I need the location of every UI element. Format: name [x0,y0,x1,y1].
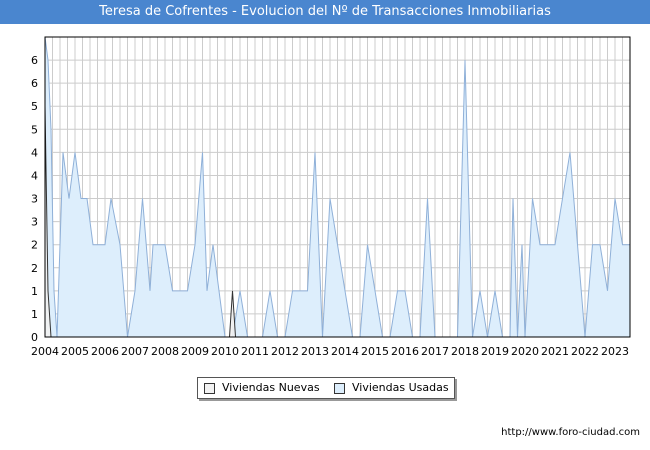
x-tick-label: 2016 [391,345,419,358]
x-tick-label: 2017 [421,345,449,358]
y-tick-label: 1 [31,308,38,321]
y-tick-label: 0 [31,331,38,344]
x-tick-label: 2015 [361,345,389,358]
x-tick-label: 2022 [571,345,599,358]
x-tick-label: 2021 [541,345,569,358]
y-tick-label: 3 [31,216,38,229]
x-tick-label: 2023 [601,345,629,358]
y-tick-label: 2 [31,239,38,252]
y-axis-ticks: 0 1 1 2 2 3 3 4 4 5 5 6 6 [31,54,38,344]
x-tick-label: 2005 [61,345,89,358]
legend: Viviendas Nuevas Viviendas Usadas [197,377,455,399]
legend-label-usadas: Viviendas Usadas [352,381,449,394]
x-tick-label: 2006 [91,345,119,358]
legend-swatch-nuevas [204,383,215,394]
x-tick-label: 2018 [451,345,479,358]
x-tick-label: 2008 [151,345,179,358]
y-tick-label: 1 [31,285,38,298]
x-axis-ticks: 2004 2005 2006 2007 2008 2009 2010 2011 2012 2013… [31,345,629,358]
legend-label-nuevas: Viviendas Nuevas [222,381,320,394]
y-tick-label: 6 [31,54,38,67]
x-tick-label: 2007 [121,345,149,358]
y-tick-label: 2 [31,262,38,275]
y-tick-label: 5 [31,123,38,136]
y-tick-label: 4 [31,146,38,159]
x-tick-label: 2012 [271,345,299,358]
y-tick-label: 5 [31,100,38,113]
x-tick-label: 2014 [331,345,359,358]
x-tick-label: 2013 [301,345,329,358]
x-tick-label: 2019 [481,345,509,358]
y-tick-label: 4 [31,169,38,182]
x-tick-label: 2010 [211,345,239,358]
x-tick-label: 2020 [511,345,539,358]
x-tick-label: 2009 [181,345,209,358]
source-url[interactable]: http://www.foro-ciudad.com [501,427,640,438]
y-tick-label: 6 [31,77,38,90]
x-tick-label: 2011 [241,345,269,358]
x-tick-label: 2004 [31,345,59,358]
legend-swatch-usadas [334,383,345,394]
chart-page: Teresa de Cofrentes - Evolucion del Nº d… [0,0,650,450]
y-tick-label: 3 [31,193,38,206]
